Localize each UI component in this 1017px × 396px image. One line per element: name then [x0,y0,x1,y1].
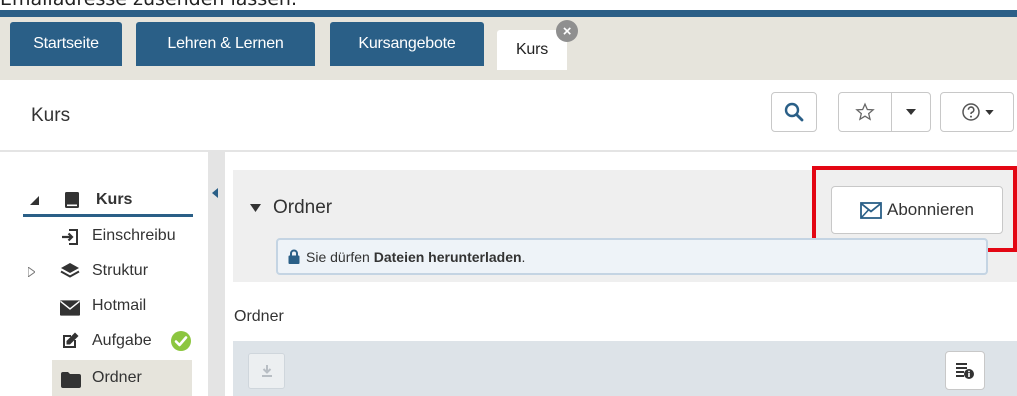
search-icon [784,102,804,122]
caret-down-icon [906,109,916,115]
permission-text-suffix: . [521,248,526,265]
tree-item-label: Aufgabe [92,332,152,349]
lock-icon [288,249,300,264]
edit-icon [63,332,79,348]
tab-lehren-lernen[interactable]: Lehren & Lernen [136,22,315,66]
help-button[interactable] [940,92,1014,132]
tree-item-ordner[interactable]: Ordner [0,360,208,396]
tree-item-label: Ordner [92,369,142,386]
tree-item-label: Kurs [96,191,133,208]
table-info-icon [956,362,974,379]
help-icon [961,103,980,121]
sign-in-icon [62,229,78,245]
permission-info-box: Sie dürfen Dateien herunterladen . [276,238,988,275]
tree-item-label: Hotmail [92,297,147,314]
layers-icon [60,263,80,278]
folder-title[interactable]: Ordner [250,197,332,219]
tree-item-kurs[interactable]: Kurs [0,184,208,216]
permission-text-bold: Dateien herunterladen [373,248,522,265]
folder-title-text: Ordner [273,197,333,218]
star-icon [855,102,875,121]
caret-expanded-icon [30,196,39,205]
page-toolbar: Kurs [0,80,1017,152]
caret-collapsed-icon [28,267,35,277]
permission-text-prefix: Sie dürfen [306,248,374,265]
folder-icon [61,372,81,388]
tree-item-struktur[interactable]: Struktur [0,255,208,287]
collapse-arrow-icon [212,188,218,198]
tree-item-label: Einschreibu [92,227,176,244]
caret-down-icon [250,204,261,212]
file-toolbar [233,341,1017,396]
bookmark-dropdown-button[interactable] [891,92,931,132]
tree-item-hotmail[interactable]: Hotmail [0,290,208,322]
envelope-icon [60,300,80,316]
page-title: Kurs [31,105,71,126]
tab-kurs[interactable]: Kurs × [497,20,578,70]
tab-kursangebote[interactable]: Kursangebote [330,22,484,66]
tree-item-label: Struktur [92,262,149,279]
check-circle-icon [171,331,191,351]
tab-close-icon[interactable]: × [556,20,578,42]
course-tree: Kurs Einschreibu Struktur Hotmail Aufgab… [0,152,208,396]
bookmark-button[interactable] [838,92,892,132]
search-button[interactable] [771,92,817,132]
sidebar-collapse-toggle[interactable] [208,152,225,396]
download-button[interactable] [248,353,285,389]
tree-item-einschreibung[interactable]: Einschreibu [0,220,208,252]
tab-kurs-label: Kurs [515,41,549,58]
tab-startseite[interactable]: Startseite [10,22,122,66]
metadata-button[interactable] [945,351,985,390]
caret-down-icon [984,109,994,115]
tree-item-aufgabe[interactable]: Aufgabe [0,325,208,357]
download-icon [261,365,272,377]
book-icon [65,192,79,208]
section-label: Ordner [234,308,284,325]
